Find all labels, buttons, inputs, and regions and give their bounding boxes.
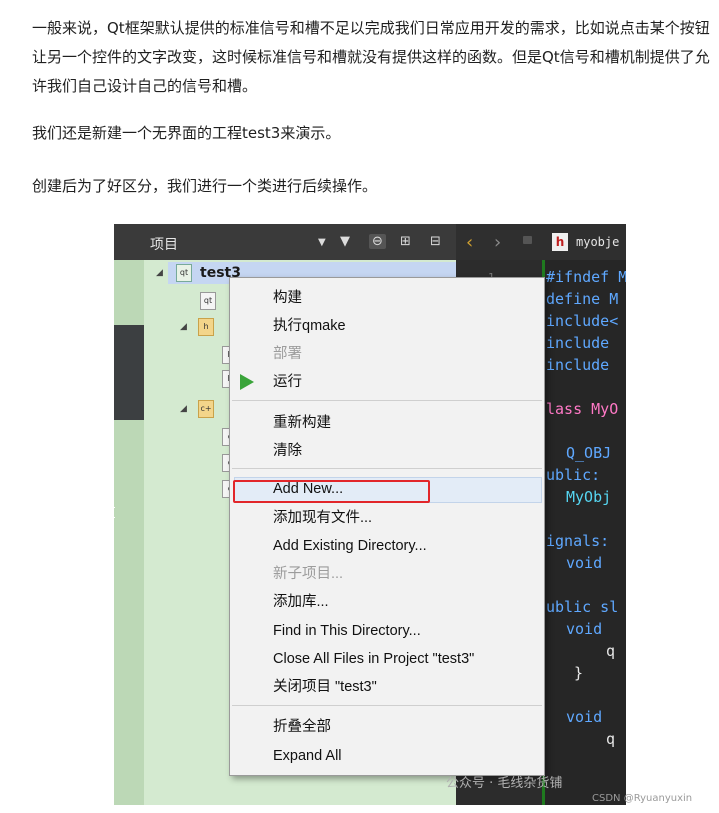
menu-item-label: Find in This Directory...: [273, 623, 421, 639]
filter-icon[interactable]: ▼: [340, 234, 350, 249]
expand-arrow-icon[interactable]: ◢: [156, 268, 163, 278]
back-arrow-icon[interactable]: ‹: [466, 232, 473, 253]
code-line: #ifndef M: [546, 268, 626, 286]
code-line: }: [574, 664, 584, 682]
code-line: define M: [546, 290, 619, 308]
menu-item-add-existing-files[interactable]: 添加现有文件...: [230, 504, 544, 532]
split-icon[interactable]: ⊞: [400, 234, 411, 249]
menu-item-label: 构建: [273, 290, 302, 306]
menu-item-rebuild[interactable]: 重新构建: [230, 409, 544, 437]
code-line: void: [566, 554, 603, 572]
code-line: Q_OBJ: [566, 444, 612, 462]
menu-item-label: 重新构建: [273, 415, 331, 431]
menu-item-close-all-files[interactable]: Close All Files in Project "test3": [230, 645, 544, 673]
csdn-watermark: CSDN @Ryuanyuxin: [592, 793, 693, 804]
menu-separator: [232, 468, 542, 469]
code-line: lass MyO: [546, 400, 619, 418]
expand-arrow-icon[interactable]: ◢: [180, 404, 187, 414]
menu-item-label: 关闭项目 "test3": [273, 679, 377, 695]
code-line: MyObj: [566, 488, 612, 506]
article-paragraph-2: 我们还是新建一个无界面的工程test3来演示。: [32, 124, 341, 142]
menu-item-label: 折叠全部: [273, 719, 331, 735]
close-panel-icon[interactable]: ⊟: [430, 234, 441, 249]
menu-item-collapse-all[interactable]: 折叠全部: [230, 713, 544, 741]
menu-item-add-library[interactable]: 添加库...: [230, 588, 544, 616]
code-line: q: [606, 730, 616, 748]
code-line: include: [546, 334, 610, 352]
context-menu: 构建 执行qmake 部署 运行 重新构建 清除 Add New... 添加现有…: [229, 277, 545, 776]
menu-item-label: 运行: [273, 374, 302, 390]
code-line: void: [566, 708, 603, 726]
menu-item-run-qmake[interactable]: 执行qmake: [230, 312, 544, 340]
menu-item-new-subproject: 新子项目...: [230, 560, 544, 588]
code-line: q: [606, 642, 616, 660]
forward-arrow-icon[interactable]: ›: [494, 232, 501, 253]
code-line: include<: [546, 312, 619, 330]
code-line: ignals:: [546, 532, 610, 550]
menu-item-label: 部署: [273, 346, 302, 362]
expand-arrow-icon[interactable]: ◢: [180, 322, 187, 332]
headers-folder-icon: h: [198, 318, 214, 336]
article-paragraph-1: 一般来说，Qt框架默认提供的标准信号和槽不足以完成我们日常应用开发的需求，比如说…: [32, 19, 710, 95]
menu-item-label: Close All Files in Project "test3": [273, 651, 475, 667]
qt-creator-screenshot: 项目 ▼ ▼ ⊖ ⊞ ⊟ ‹ › h myobje ◢ qt test3 qt …: [114, 224, 626, 805]
red-highlight-box: [233, 480, 430, 503]
menu-item-label: 执行qmake: [273, 318, 346, 334]
margin-marker: [112, 507, 115, 518]
menu-item-label: 添加现有文件...: [273, 510, 373, 526]
code-line: ublic sl: [546, 598, 619, 616]
menu-item-label: Expand All: [273, 748, 342, 764]
menu-item-label: 添加库...: [273, 594, 329, 610]
sources-folder-icon: c+: [198, 400, 214, 418]
menu-separator: [232, 400, 542, 401]
menu-item-close-project[interactable]: 关闭项目 "test3": [230, 673, 544, 701]
project-panel-header: 项目 ▼ ▼ ⊖ ⊞ ⊟: [114, 224, 456, 260]
link-icon[interactable]: ⊖: [369, 234, 386, 249]
menu-item-find-in-directory[interactable]: Find in This Directory...: [230, 617, 544, 645]
editor-file-name[interactable]: myobje: [576, 235, 619, 249]
menu-item-expand-all[interactable]: Expand All: [230, 742, 544, 770]
editor-header: ‹ › h myobje: [456, 224, 626, 260]
menu-item-add-existing-directory[interactable]: Add Existing Directory...: [230, 532, 544, 560]
side-bar-dark: [114, 325, 144, 420]
article-paragraph-3: 创建后为了好区分，我们进行一个类进行后续操作。: [32, 177, 378, 195]
run-icon: [240, 374, 254, 390]
menu-item-run[interactable]: 运行: [230, 368, 544, 396]
view-dropdown-icon[interactable]: ▼: [318, 237, 326, 248]
menu-separator: [232, 705, 542, 706]
project-panel-title: 项目: [150, 236, 178, 252]
lock-icon: [523, 236, 532, 244]
wechat-watermark: 公众号 · 毛线杂货铺: [446, 776, 563, 791]
pro-file-icon: qt: [200, 292, 216, 310]
menu-item-deploy: 部署: [230, 340, 544, 368]
project-icon: qt: [176, 264, 192, 282]
menu-item-label: 清除: [273, 443, 302, 459]
code-line: include: [546, 356, 610, 374]
code-line: void: [566, 620, 603, 638]
menu-item-build[interactable]: 构建: [230, 284, 544, 312]
menu-item-label: 新子项目...: [273, 566, 344, 582]
code-line: ublic:: [546, 466, 601, 484]
menu-item-clean[interactable]: 清除: [230, 437, 544, 465]
header-file-icon: h: [552, 233, 568, 251]
menu-item-label: Add Existing Directory...: [273, 538, 427, 554]
